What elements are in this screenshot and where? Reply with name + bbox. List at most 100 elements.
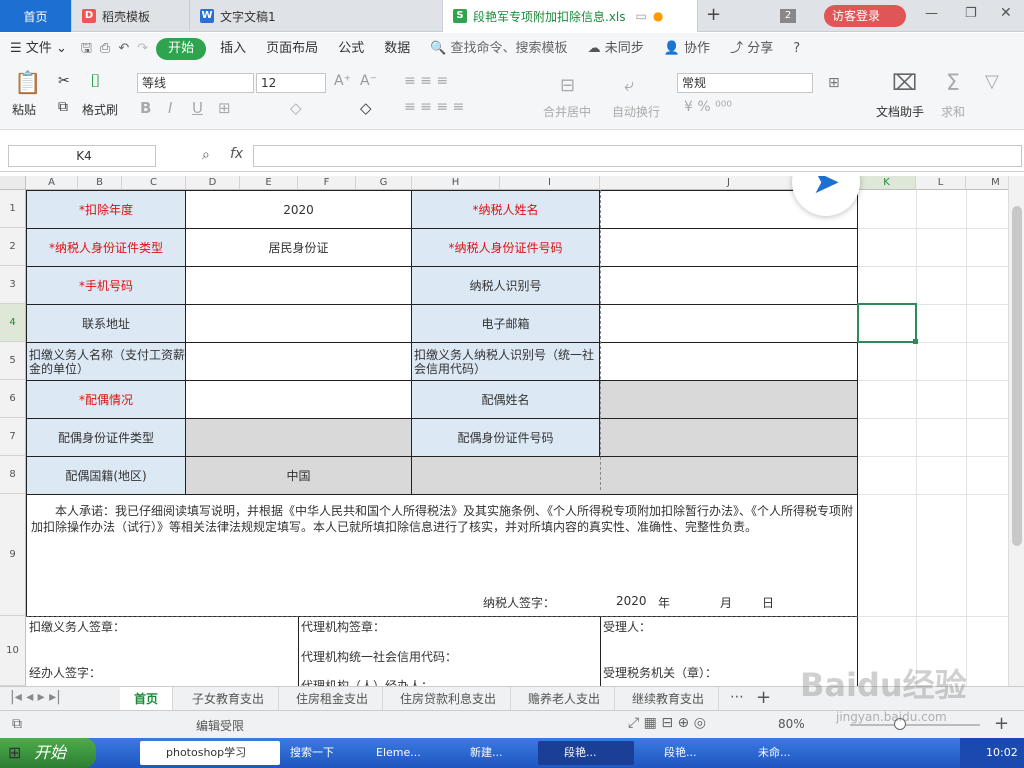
value-id-type[interactable]: 居民身份证 bbox=[186, 229, 412, 267]
clock[interactable]: 10:02 bbox=[960, 738, 1024, 768]
print-icon[interactable]: ⎙ bbox=[96, 33, 114, 65]
value-spouse-name[interactable] bbox=[600, 381, 858, 419]
taskbar-item[interactable]: 未命... bbox=[732, 741, 822, 765]
value-spouse-status[interactable] bbox=[186, 381, 412, 419]
sheet-tab-home[interactable]: 首页 bbox=[120, 687, 174, 711]
col-header[interactable]: I bbox=[500, 176, 600, 190]
sheet-tab-continuing-edu[interactable]: 继续教育支出 bbox=[618, 687, 720, 711]
menu-formula[interactable]: 公式 bbox=[328, 33, 374, 65]
taskbar-item-active[interactable]: 段艳... bbox=[538, 741, 634, 765]
row-header[interactable]: 5 bbox=[0, 342, 26, 380]
view-mode-icons[interactable]: ⤢ ▦ ⊟ ⊕ ◎ bbox=[628, 715, 706, 731]
col-header-active[interactable]: K bbox=[858, 176, 916, 190]
paste-button[interactable]: 粘贴 bbox=[12, 101, 36, 118]
fx-icon[interactable]: fx bbox=[230, 146, 243, 162]
redo-icon[interactable]: ↷ bbox=[133, 33, 152, 65]
row-header[interactable]: 7 bbox=[0, 418, 26, 456]
formula-input[interactable] bbox=[253, 145, 1022, 167]
menu-file[interactable]: ☰ 文件 ⌄ bbox=[0, 33, 77, 65]
assistant-icon[interactable]: ⌧ bbox=[892, 71, 917, 96]
add-sheet-icon[interactable]: + bbox=[756, 687, 771, 708]
tab-docer[interactable]: D 稻壳模板 bbox=[72, 0, 190, 32]
format-brush-button[interactable]: 格式刷 bbox=[82, 101, 118, 118]
table-style-icon[interactable]: ⊞ bbox=[828, 75, 840, 91]
paste-icon[interactable]: 📋 bbox=[14, 71, 41, 96]
value-spouse-nationality-ext[interactable] bbox=[412, 457, 858, 495]
row-header[interactable]: 6 bbox=[0, 380, 26, 418]
fill-handle[interactable] bbox=[913, 339, 918, 344]
edit-restricted-label[interactable]: 编辑受限 bbox=[196, 717, 244, 734]
zoom-formula-icon[interactable]: ⌕ bbox=[202, 147, 210, 163]
number-format-select[interactable]: 常规 bbox=[677, 73, 813, 93]
merge-button[interactable]: 合并居中 bbox=[543, 103, 591, 120]
window-count-badge[interactable]: 2 bbox=[780, 9, 796, 23]
row-header[interactable]: 3 bbox=[0, 266, 26, 304]
font-family-select[interactable]: 等线 bbox=[137, 73, 254, 93]
clear-format-icon[interactable]: ◇ bbox=[360, 99, 372, 117]
taskbar-item[interactable]: 段艳... bbox=[638, 741, 728, 765]
value-withholder-name[interactable] bbox=[186, 343, 412, 381]
filter-icon[interactable]: ▽ bbox=[985, 71, 999, 92]
undo-icon[interactable]: ↶ bbox=[114, 33, 133, 65]
restore-icon[interactable]: ❐ bbox=[965, 6, 977, 21]
tab-spreadsheet[interactable]: S 段艳军专项附加扣除信息.xls ▭ ● bbox=[443, 0, 698, 32]
wrap-button[interactable]: 自动换行 bbox=[612, 103, 660, 120]
font-size-select[interactable]: 12 bbox=[256, 73, 326, 93]
search-button[interactable]: 搜索一下 bbox=[284, 741, 344, 765]
font-grow-icon[interactable]: A⁺ bbox=[334, 73, 351, 89]
col-header[interactable]: C bbox=[122, 176, 186, 190]
underline-icon[interactable]: U bbox=[192, 99, 203, 117]
spreadsheet-grid[interactable]: A B C D E F G H I J K L M 1 2 3 4 5 6 7 … bbox=[0, 176, 1008, 686]
sheet-tab-mortgage[interactable]: 住房贷款利息支出 bbox=[386, 687, 512, 711]
new-tab-icon[interactable]: + bbox=[706, 4, 721, 25]
row-header[interactable]: 10 bbox=[0, 616, 26, 686]
col-header[interactable]: H bbox=[412, 176, 500, 190]
row-header[interactable]: 1 bbox=[0, 190, 26, 228]
first-sheet-icon[interactable]: |◂ ◂ ▸ ▸| bbox=[10, 689, 61, 705]
merge-icon[interactable]: ⊟ bbox=[560, 75, 575, 96]
name-box[interactable]: K4 bbox=[8, 145, 156, 167]
font-shrink-icon[interactable]: A⁻ bbox=[360, 73, 377, 89]
value-taxpayer-id[interactable] bbox=[600, 267, 858, 305]
tab-home[interactable]: 首页 bbox=[0, 0, 72, 32]
col-header[interactable]: E bbox=[240, 176, 298, 190]
col-header[interactable]: L bbox=[916, 176, 966, 190]
value-phone[interactable] bbox=[186, 267, 412, 305]
align-left-icon[interactable]: ≡ ≡ ≡ ≡ bbox=[404, 99, 464, 115]
menu-layout[interactable]: 页面布局 bbox=[256, 33, 328, 65]
sum-button[interactable]: 求和 bbox=[941, 103, 965, 120]
value-address[interactable] bbox=[186, 305, 412, 343]
taskbar-item[interactable]: Eleme... bbox=[350, 741, 440, 765]
value-spouse-id-type[interactable] bbox=[186, 419, 412, 457]
select-all-corner[interactable] bbox=[0, 176, 26, 190]
row-header[interactable]: 9 bbox=[0, 494, 26, 616]
macro-icon[interactable]: ⧉ bbox=[12, 716, 22, 732]
more-sheets-icon[interactable]: ⋯ bbox=[730, 689, 744, 705]
zoom-in-icon[interactable]: + bbox=[994, 713, 1009, 734]
value-email[interactable] bbox=[600, 305, 858, 343]
tab-writer[interactable]: W 文字文稿1 bbox=[190, 0, 443, 32]
value-deduction-year[interactable]: 2020 bbox=[186, 191, 412, 229]
row-header-active[interactable]: 4 bbox=[0, 304, 26, 342]
sheet-tab-rent[interactable]: 住房租金支出 bbox=[282, 687, 384, 711]
col-header[interactable]: G bbox=[356, 176, 412, 190]
row-header[interactable]: 8 bbox=[0, 456, 26, 494]
zoom-level[interactable]: 80% bbox=[778, 717, 805, 731]
col-header[interactable]: A bbox=[26, 176, 78, 190]
cut-icon[interactable]: ✂ bbox=[58, 73, 70, 89]
share-button[interactable]: ⤴ 分享 bbox=[720, 33, 783, 65]
save-icon[interactable]: 🖫 bbox=[77, 33, 96, 65]
ie-search-box[interactable]: photoshop学习 bbox=[140, 741, 280, 765]
percent-icon[interactable]: ¥ % ⁰⁰⁰ bbox=[684, 99, 732, 115]
menu-data[interactable]: 数据 bbox=[374, 33, 420, 65]
row-header[interactable]: 2 bbox=[0, 228, 26, 266]
col-header[interactable]: D bbox=[186, 176, 240, 190]
sum-icon[interactable]: Σ bbox=[946, 71, 960, 96]
wrap-icon[interactable]: ⤶ bbox=[624, 75, 634, 96]
close-icon[interactable]: ✕ bbox=[1000, 5, 1012, 21]
border-icon[interactable]: ⊞ bbox=[218, 99, 231, 117]
help-icon[interactable]: ? bbox=[783, 33, 810, 65]
minimize-icon[interactable]: — bbox=[925, 6, 938, 21]
sheet-tab-children-edu[interactable]: 子女教育支出 bbox=[178, 687, 280, 711]
vertical-scrollbar[interactable] bbox=[1008, 176, 1024, 686]
